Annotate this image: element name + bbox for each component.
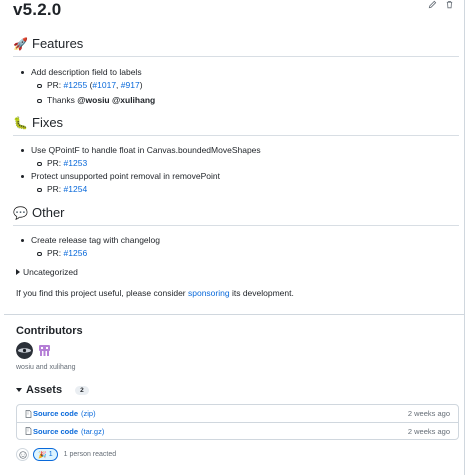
file-zip-icon [25,409,32,418]
other-heading-text: Other [32,205,65,220]
features-divider [13,56,459,57]
release-title: v5.2.0 [13,0,62,19]
add-reaction-button[interactable] [16,448,29,461]
fixes-heading-text: Fixes [32,115,64,130]
asset-ext[interactable]: (zip) [81,409,96,418]
pr-link-917[interactable]: #917 [121,80,140,90]
pr-link-1256[interactable]: #1256 [64,248,88,258]
pr-line: PR: #1256 [36,247,160,260]
features-heading-text: Features [32,36,84,51]
asset-row[interactable]: Source code (tar.gz) 2 weeks ago [17,422,458,439]
thanks-line: Thanks @wosiu @xulihang [36,94,155,107]
pr-link-1255[interactable]: #1255 [64,80,88,90]
sponsoring-link[interactable]: sponsoring [188,288,230,298]
pr-line: PR: #1254 [36,183,261,196]
assets-count-badge: 2 [75,385,89,395]
smiley-icon [18,450,27,459]
list-item: Use QPointF to handle float in Canvas.bo… [20,144,261,170]
reactions-bar: 🎉 1 1 person reacted [16,448,116,461]
features-list: Add description field to labels PR: #125… [20,66,155,107]
uncategorized-label: Uncategorized [23,267,78,277]
pr-line: PR: #1253 [36,157,261,170]
pr-link-1254[interactable]: #1254 [64,184,88,194]
assets-toggle[interactable]: Assets 2 [16,384,89,396]
other-divider [13,225,459,226]
other-heading: 💬 Other [13,205,65,220]
avatar-xulihang[interactable] [36,342,53,359]
other-list: Create release tag with changelog PR: #1… [20,234,160,260]
list-item: Add description field to labels PR: #125… [20,66,155,107]
speech-bubble-icon: 💬 [13,205,28,220]
reaction-tada[interactable]: 🎉 1 [33,448,58,461]
features-heading: 🚀 Features [13,36,83,51]
avatar-wosiu[interactable] [16,342,33,359]
section-divider [4,314,465,315]
list-item: Create release tag with changelog PR: #1… [20,234,160,260]
edit-pencil-icon[interactable] [428,0,437,9]
asset-ext[interactable]: (tar.gz) [81,427,104,436]
list-item: Protect unsupported point removal in rem… [20,170,261,196]
assets-list: Source code (zip) 2 weeks ago Source cod… [16,404,459,440]
uncategorized-toggle[interactable]: Uncategorized [16,267,78,277]
asset-name[interactable]: Source code [33,409,78,418]
trash-icon[interactable] [445,0,454,9]
asset-row[interactable]: Source code (zip) 2 weeks ago [17,405,458,422]
fixes-list: Use QPointF to handle float in Canvas.bo… [20,144,261,196]
file-zip-icon [25,427,32,435]
triangle-down-icon [16,388,22,392]
assets-heading: Assets [26,384,63,396]
reactions-summary: 1 person reacted [63,451,117,458]
contributors-heading: Contributors [16,325,83,337]
rocket-icon: 🚀 [13,36,28,51]
asset-time: 2 weeks ago [407,409,450,418]
pr-link-1253[interactable]: #1253 [64,158,88,168]
sponsor-line: If you find this project useful, please … [16,288,294,298]
contributors-names: wosiu and xulihang [16,364,76,371]
fixes-heading: 🐛 Fixes [13,115,63,130]
thanks-users[interactable]: @wosiu @xulihang [77,95,155,105]
asset-name[interactable]: Source code [33,427,78,436]
reaction-count: 1 [48,451,53,458]
bug-icon: 🐛 [13,115,28,130]
release-card: v5.2.0 🚀 Features Add description field … [4,0,465,475]
pr-line: PR: #1255 (#1017, #917) [36,79,155,92]
tada-icon: 🎉 [38,451,47,459]
triangle-right-icon [16,269,20,275]
pr-link-1017[interactable]: #1017 [92,80,116,90]
asset-time: 2 weeks ago [407,426,450,436]
fixes-divider [13,135,459,136]
release-actions [428,0,454,9]
